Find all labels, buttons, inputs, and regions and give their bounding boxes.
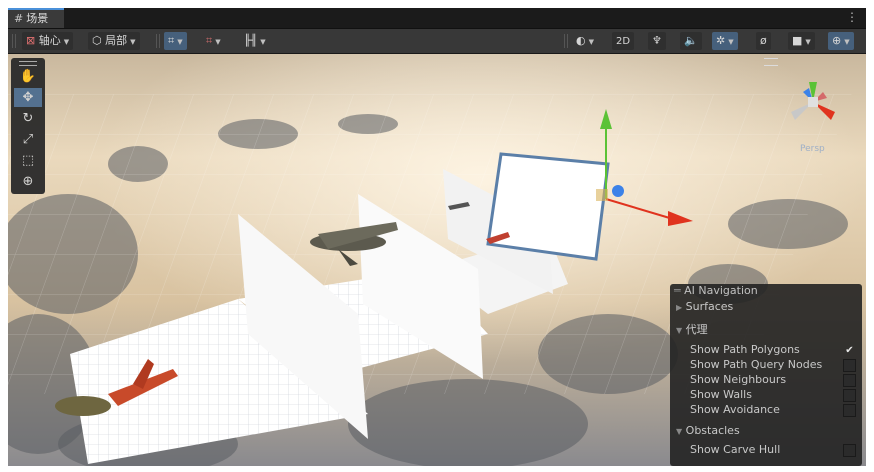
show-carve-hull-row: Show Carve Hull [690, 443, 781, 456]
chevron-down-icon: ▼ [130, 38, 136, 46]
caret-right-icon: ▶ [676, 303, 683, 312]
show-path-polygons-row: Show Path Polygons [690, 343, 800, 356]
show-neighbours-checkbox[interactable] [843, 374, 856, 387]
agent-section-label: 代理 [685, 323, 708, 336]
lighting-toggle-button[interactable]: ♆ [648, 32, 666, 50]
pivot-label: 轴心 [38, 34, 61, 47]
caret-down-icon: ▼ [676, 326, 683, 335]
increment-snap-button[interactable]: ⌗ ▼ [202, 32, 225, 50]
rotate-tool-icon[interactable]: ↻ [14, 109, 42, 128]
camera-settings-dropdown[interactable]: ■ ▼ [788, 32, 815, 50]
grid-snap-button[interactable]: ⌗ ▼ [164, 32, 187, 50]
show-walls-row: Show Walls [690, 388, 752, 401]
tab-bar: # 场景 ⋮ [8, 8, 866, 29]
viewport-menu-icon[interactable] [764, 58, 778, 66]
lightbulb-icon: ♆ [652, 34, 662, 47]
obstacles-section-label: Obstacles [685, 424, 740, 437]
cube-icon: ⬡ [92, 34, 102, 47]
scene-window: #场景 ⋮ ⊠ 轴心▼ ⬡ 局部▼ ⌗▼ ⌗▼ ╟╢▼ ◐▼ 2D [8, 8, 866, 466]
toolbar-grip-icon[interactable] [564, 34, 568, 48]
gizmos-globe-icon: ⊕ [832, 34, 842, 47]
grid-snap-icon: ⌗ [168, 34, 175, 47]
2d-toggle-button[interactable]: 2D [612, 32, 635, 50]
gizmos-dropdown[interactable]: ⊕ ▼ [828, 32, 854, 50]
chevron-down-icon: ▼ [215, 38, 221, 46]
tab-scene[interactable]: # 场景 [8, 8, 64, 28]
toolbar-grip-icon[interactable] [12, 34, 16, 48]
shading-sphere-icon: ◐ [576, 34, 586, 47]
obstacles-section[interactable]: ▼ Obstacles [676, 423, 740, 438]
more-options-icon[interactable]: ⋮ [846, 10, 858, 24]
pivot-dropdown[interactable]: ⊠ 轴心 ▼ [22, 32, 74, 50]
eye-off-icon: ø [760, 34, 767, 47]
align-icon: ╟╢ [244, 34, 258, 47]
align-button[interactable]: ╟╢ ▼ [240, 32, 270, 50]
scene-toolbar: ⊠ 轴心 ▼ ⬡ 局部 ▼ ⌗ ▼ ⌗ ▼ ╟╢ ▼ ◐ ▼ 2D ♆ 🔈 ✲ … [8, 29, 866, 54]
ai-navigation-overlay: ═ AI Navigation ▶ Surfaces ▼ 代理 Show Pat… [670, 284, 862, 466]
surfaces-label: Surfaces [685, 300, 734, 313]
grid-hash-icon: # [14, 12, 24, 25]
caret-down-icon: ▼ [676, 427, 683, 436]
chevron-down-icon: ▼ [63, 38, 70, 46]
agent-section[interactable]: ▼ 代理 [676, 322, 708, 337]
increment-snap-icon: ⌗ [206, 34, 213, 47]
toolbar-grip-icon[interactable] [156, 34, 160, 48]
show-avoidance-row: Show Avoidance [690, 403, 780, 416]
chevron-down-icon: ▼ [260, 38, 266, 46]
overlay-grip-icon: ═ [674, 284, 681, 297]
move-tool-icon[interactable]: ✥ [14, 88, 42, 107]
show-path-polygons-checkbox[interactable]: ✔ [843, 344, 856, 357]
show-walls-checkbox[interactable] [843, 389, 856, 402]
chevron-down-icon: ▼ [805, 38, 811, 46]
camera-icon: ■ [792, 34, 803, 47]
show-path-query-nodes-row: Show Path Query Nodes [690, 358, 823, 371]
airplane-model-camo [55, 396, 111, 416]
rect-tool-icon[interactable]: ⬚ [14, 151, 42, 170]
scene-viewport[interactable]: Persp ✋ ✥ ↻ ⤢ ⬚ ⊕ ═ AI Navigation ▶ Surf… [8, 54, 866, 466]
show-carve-hull-checkbox[interactable] [843, 444, 856, 457]
surfaces-section[interactable]: ▶ Surfaces [676, 299, 733, 314]
effects-icon: ✲ [716, 34, 726, 47]
audio-toggle-button[interactable]: 🔈 [680, 32, 702, 50]
show-path-query-nodes-checkbox[interactable] [843, 359, 856, 372]
local-label: 局部 [105, 34, 128, 47]
tab-scene-label: 场景 [26, 12, 49, 25]
show-neighbours-row: Show Neighbours [690, 373, 787, 386]
scale-tool-icon[interactable]: ⤢ [14, 130, 42, 149]
show-avoidance-checkbox[interactable] [843, 404, 856, 417]
camera-mode-label[interactable]: Persp [800, 144, 825, 154]
ai-navigation-title: AI Navigation [684, 284, 758, 297]
chevron-down-icon: ▼ [844, 38, 850, 46]
local-dropdown[interactable]: ⬡ 局部 ▼ [88, 32, 140, 50]
chevron-down-icon: ▼ [177, 38, 183, 46]
transform-tool-icon[interactable]: ⊕ [14, 172, 42, 191]
2d-label: 2D [616, 36, 631, 47]
draw-mode-dropdown[interactable]: ◐ ▼ [572, 32, 598, 50]
overlay-grip-icon[interactable] [19, 61, 37, 66]
tools-overlay: ✋ ✥ ↻ ⤢ ⬚ ⊕ [11, 58, 45, 194]
pivot-icon: ⊠ [26, 34, 36, 47]
chevron-down-icon: ▼ [588, 38, 594, 46]
speaker-mute-icon: 🔈 [684, 34, 698, 47]
effects-dropdown[interactable]: ✲ ▼ [712, 32, 738, 50]
hidden-objects-toggle[interactable]: ø [756, 32, 771, 50]
hand-tool-icon[interactable]: ✋ [14, 67, 42, 86]
overlay-title[interactable]: ═ AI Navigation [674, 284, 758, 298]
chevron-down-icon: ▼ [728, 38, 734, 46]
